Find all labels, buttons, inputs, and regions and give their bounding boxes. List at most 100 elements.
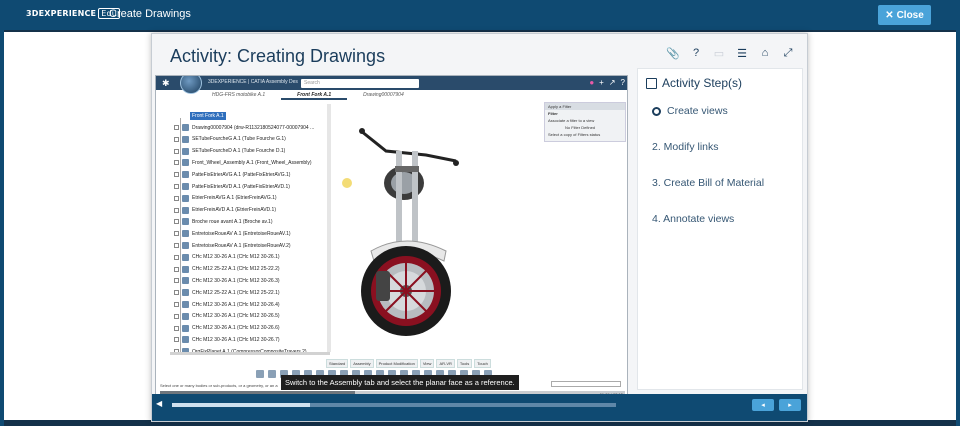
tree-item[interactable]: EtrierFreinAVD A.1 (EtrierFreinAVD.1) xyxy=(174,206,277,214)
prev-button[interactable]: ◂ xyxy=(752,399,774,411)
filter-panel-title: Apply a Filter xyxy=(545,103,625,110)
tree-item[interactable]: CHc M12 30-26 A.1 (CHc M12 30-26.4) xyxy=(174,301,280,308)
tree-item[interactable]: CHc M12 30-26 A.1 (CHc M12 30-26.7) xyxy=(174,336,280,344)
tree-item[interactable]: EntretoiseRoueAV A.1 (EntretoiseRoueAV.2… xyxy=(174,242,291,249)
product-icon xyxy=(182,289,189,297)
tree-item[interactable]: PatteFixEtrierAVG A.1 (PatteFixEtrierAVG… xyxy=(174,171,290,179)
expand-icon[interactable] xyxy=(174,337,179,343)
filter-checkbox[interactable]: Select a copy of Filters status xyxy=(545,131,625,138)
tree-item-label: PatteFixEtrierAVD A.1 (PatteFixEtrierAVD… xyxy=(192,183,290,190)
app-header: ✱ 3DEXPERIENCE | CATIA Assembly Des Sear… xyxy=(156,76,627,94)
fullscreen-icon[interactable]: ⤢ xyxy=(781,46,795,60)
expand-icon[interactable] xyxy=(174,207,179,213)
tree-scrollbar[interactable] xyxy=(327,104,331,352)
home-icon[interactable]: ⌂ xyxy=(758,46,772,60)
step-modify-links[interactable]: 2. Modify links xyxy=(652,141,719,153)
tree-item-label: EntretoiseRoueAV A.1 (EntretoiseRoueAV.1… xyxy=(192,230,291,237)
user-icon[interactable]: ● xyxy=(589,78,594,87)
expand-icon[interactable] xyxy=(174,290,179,296)
expand-icon[interactable] xyxy=(174,136,179,142)
notes-icon[interactable]: ▭ xyxy=(712,46,726,60)
tree-item[interactable]: CHc M12 30-26 A.1 (CHc M12 30-26.1) xyxy=(174,253,280,261)
tab-standard[interactable]: Standard xyxy=(326,359,349,368)
tree-item[interactable]: Drawing00007904 (drw-R1132180524077-0000… xyxy=(174,124,314,131)
tree-item-label: CHc M12 30-26 A.1 (CHc M12 30-26.6) xyxy=(192,325,280,332)
next-button[interactable]: ▸ xyxy=(779,399,801,411)
tree-item-label: EtrierFreinAVD A.1 (EtrierFreinAVD.1) xyxy=(192,207,277,214)
tab-view[interactable]: View xyxy=(419,359,435,368)
app-logo-icon: ✱ xyxy=(162,78,170,88)
tree-item-label: CHc M12 30-26 A.1 (CHc M12 30-26.1) xyxy=(192,254,280,261)
expand-icon[interactable] xyxy=(174,254,179,260)
tree-item[interactable]: Broche roue avant A.1 (Broche av.1) xyxy=(174,218,273,226)
help-icon[interactable]: ? xyxy=(621,78,625,87)
expand-icon[interactable] xyxy=(174,184,179,189)
tool-icon[interactable] xyxy=(256,370,264,378)
tree-hscrollbar[interactable] xyxy=(170,352,330,355)
product-icon xyxy=(182,336,189,344)
tree-item[interactable]: CHc M12 30-26 A.1 (CHc M12 30-26.5) xyxy=(174,312,280,320)
speaker-icon[interactable]: ◀ xyxy=(156,400,164,408)
tab-tools[interactable]: Tools xyxy=(456,359,473,368)
product-icon xyxy=(182,301,189,308)
tree-item-label: CHc M12 30-26 A.1 (CHc M12 30-26.5) xyxy=(192,313,280,320)
product-icon xyxy=(182,194,189,202)
expand-icon[interactable] xyxy=(174,219,179,225)
tree-item-label: SETubeFourcheG A.1 (Tube Fourche G.1) xyxy=(192,136,286,143)
expand-icon[interactable] xyxy=(174,243,179,248)
tree-item[interactable]: Front_Wheel_Assembly A.1 (Front_Wheel_As… xyxy=(174,159,312,167)
tree-root[interactable]: Front Fork A.1 xyxy=(190,112,226,120)
tool-icon[interactable] xyxy=(268,370,276,378)
menu-icon[interactable]: ☰ xyxy=(735,46,749,60)
command-input[interactable] xyxy=(551,381,621,387)
tree-item-label: EntretoiseRoueAV A.1 (EntretoiseRoueAV.2… xyxy=(192,242,291,249)
expand-icon[interactable] xyxy=(174,266,179,272)
step-create-bom[interactable]: 3. Create Bill of Material xyxy=(652,177,764,189)
paperclip-icon[interactable]: 📎 xyxy=(666,46,680,60)
tab-front-fork[interactable]: Front Fork A.1 xyxy=(281,90,348,100)
tree-item[interactable]: EntretoiseRoueAV A.1 (EntretoiseRoueAV.1… xyxy=(174,230,291,238)
tree-item[interactable]: PatteFixEtrierAVD A.1 (PatteFixEtrierAVD… xyxy=(174,183,290,190)
expand-icon[interactable] xyxy=(174,302,179,307)
close-button[interactable]: ✕ Close xyxy=(878,5,931,25)
expand-icon[interactable] xyxy=(174,148,179,154)
video-player[interactable]: ✱ 3DEXPERIENCE | CATIA Assembly Des Sear… xyxy=(155,75,628,420)
tree-item-label: EtrierFreinAVG A.1 (EtrierFreinAVG.1) xyxy=(192,195,277,202)
tree-item[interactable]: SETubeFourcheG A.1 (Tube Fourche G.1) xyxy=(174,135,286,143)
tab-ar-vr[interactable]: AR-VR xyxy=(436,359,455,368)
activity-toolbar: 📎 ? ▭ ☰ ⌂ ⤢ xyxy=(666,46,795,60)
expand-icon[interactable] xyxy=(174,172,179,178)
product-icon xyxy=(182,242,189,249)
search-input[interactable]: Search xyxy=(301,79,419,88)
tree-item[interactable]: CHc M12 25-22 A.1 (CHc M12 25-22.1) xyxy=(174,289,280,297)
tree-item[interactable]: EtrierFreinAVG A.1 (EtrierFreinAVG.1) xyxy=(174,194,277,202)
expand-icon[interactable] xyxy=(174,313,179,319)
share-icon[interactable]: ↗ xyxy=(609,78,616,87)
tree-item[interactable]: CHc M12 25-22 A.1 (CHc M12 25-22.2) xyxy=(174,265,280,273)
tree-item[interactable]: CHc M12 30-26 A.1 (CHc M12 30-26.3) xyxy=(174,277,280,285)
tab-touch[interactable]: Touch xyxy=(474,359,491,368)
product-icon xyxy=(182,277,189,285)
expand-icon[interactable] xyxy=(174,195,179,201)
step-create-views[interactable]: Create views xyxy=(652,105,728,117)
add-icon[interactable]: + xyxy=(599,78,604,87)
tree-item[interactable]: CHc M12 30-26 A.1 (CHc M12 30-26.6) xyxy=(174,324,280,332)
expand-icon[interactable] xyxy=(174,278,179,284)
close-label: Close xyxy=(896,9,924,21)
activity-window: Activity: Creating Drawings 📎 ? ▭ ☰ ⌂ ⤢ … xyxy=(151,33,808,422)
tree-item[interactable]: SETubeFourcheD A.1 (Tube Fourche D.1) xyxy=(174,147,285,155)
product-icon xyxy=(182,135,189,143)
help-icon[interactable]: ? xyxy=(689,46,703,60)
step-annotate-views[interactable]: 4. Annotate views xyxy=(652,213,734,225)
tab-motobike[interactable]: HDG-FRS motobike A.1 xyxy=(196,90,281,100)
tab-product-modification[interactable]: Product Modification xyxy=(375,359,418,368)
tree-item-label: CHc M12 25-22 A.1 (CHc M12 25-22.2) xyxy=(192,266,280,273)
expand-icon[interactable] xyxy=(174,160,179,166)
seek-bar[interactable] xyxy=(172,403,616,407)
tab-drawing[interactable]: Drawing00007904 xyxy=(347,90,420,100)
tab-assembly[interactable]: Assembly xyxy=(350,359,374,368)
expand-icon[interactable] xyxy=(174,231,179,237)
motorcycle-model[interactable] xyxy=(356,121,476,351)
expand-icon[interactable] xyxy=(174,125,179,130)
expand-icon[interactable] xyxy=(174,325,179,331)
